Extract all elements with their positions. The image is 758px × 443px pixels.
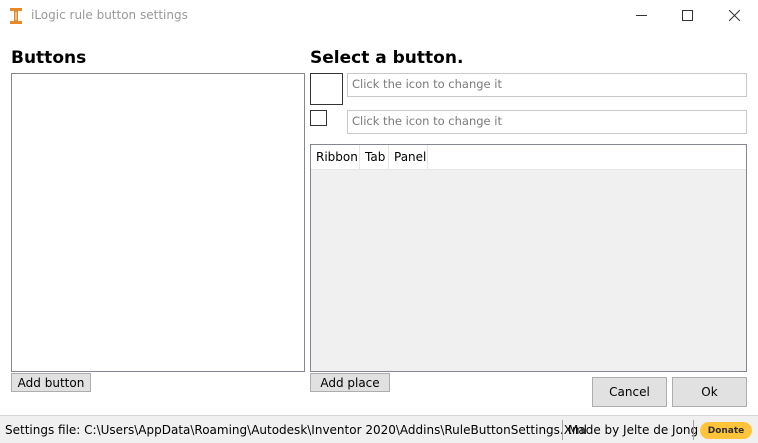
buttons-list[interactable] — [11, 73, 305, 372]
places-table-header: Ribbon Tab Panel — [311, 145, 746, 170]
settings-file-path: Settings file: C:\Users\AppData\Roaming\… — [5, 423, 587, 437]
title-bar: iLogic rule button settings — [0, 0, 758, 31]
close-icon — [728, 10, 740, 21]
small-icon-picker[interactable] — [310, 110, 327, 126]
small-icon-field[interactable] — [347, 110, 747, 134]
ok-button[interactable]: Ok — [672, 377, 747, 407]
large-icon-picker[interactable] — [310, 73, 343, 105]
maximize-icon — [681, 10, 693, 21]
large-icon-input[interactable] — [352, 77, 742, 91]
column-header-tab[interactable]: Tab — [360, 145, 389, 169]
maximize-button[interactable] — [664, 0, 710, 31]
column-header-panel[interactable]: Panel — [389, 145, 428, 169]
places-table[interactable]: Ribbon Tab Panel — [310, 144, 747, 372]
cancel-button[interactable]: Cancel — [592, 377, 667, 407]
add-button-button[interactable]: Add button — [11, 373, 91, 392]
ilogic-app-icon — [9, 8, 23, 24]
large-icon-field[interactable] — [347, 73, 747, 97]
selected-button-heading: Select a button. — [310, 48, 464, 68]
column-header-ribbon[interactable]: Ribbon — [311, 145, 360, 169]
status-separator — [693, 420, 694, 440]
close-button[interactable] — [711, 0, 757, 31]
add-place-button[interactable]: Add place — [310, 373, 390, 392]
buttons-heading: Buttons — [11, 48, 87, 68]
window-title: iLogic rule button settings — [31, 8, 188, 22]
minimize-icon — [635, 15, 647, 16]
author-credit: Made by Jelte de Jong — [568, 423, 699, 437]
donate-button[interactable]: Donate — [700, 422, 752, 439]
status-separator — [562, 420, 563, 440]
minimize-button[interactable] — [618, 0, 664, 31]
small-icon-input[interactable] — [352, 114, 742, 128]
status-bar: Settings file: C:\Users\AppData\Roaming\… — [0, 415, 758, 443]
